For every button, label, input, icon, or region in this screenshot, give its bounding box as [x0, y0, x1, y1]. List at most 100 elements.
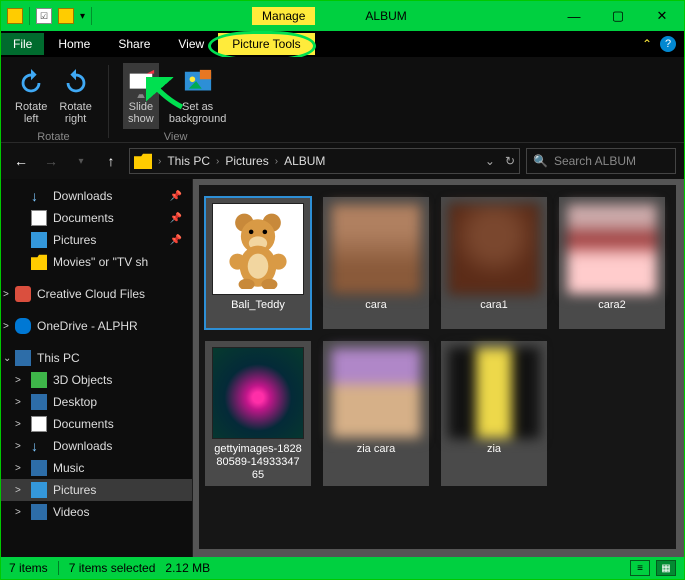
thumbnails-view-button[interactable]: ▦ — [656, 560, 676, 576]
contextual-tab-label: Manage — [252, 7, 315, 25]
set-background-button[interactable]: Set as background — [167, 63, 229, 129]
chevron-icon[interactable]: > — [15, 441, 21, 452]
pc-icon — [15, 350, 31, 366]
details-view-button[interactable]: ≡ — [630, 560, 650, 576]
chevron-icon[interactable]: > — [15, 397, 21, 408]
thumbnail-icon — [212, 347, 304, 439]
address-bar[interactable]: › This PC › Pictures › ALBUM ⌄ ↻ — [129, 148, 520, 174]
projector-icon — [125, 67, 157, 99]
thumbnail-icon — [212, 203, 304, 295]
qat-props-icon[interactable]: ☑ — [36, 8, 52, 24]
chevron-icon[interactable]: > — [15, 419, 21, 430]
file-item[interactable]: cara1 — [441, 197, 547, 329]
close-button[interactable]: ✕ — [640, 1, 684, 31]
tree-label: Videos — [53, 505, 89, 519]
tree-label: This PC — [37, 351, 80, 365]
thumbnail-icon — [566, 203, 658, 295]
chevron-icon[interactable]: ⌄ — [3, 353, 11, 364]
qat-newfolder-icon[interactable] — [58, 8, 74, 24]
tree-item-creative-cloud-files[interactable]: > Creative Cloud Files — [1, 283, 192, 305]
content-pane[interactable]: Bali_Teddy cara cara1 cara2 gettyimages-1828… — [193, 179, 684, 557]
tree-label: Downloads — [53, 439, 112, 453]
file-item[interactable]: cara2 — [559, 197, 665, 329]
tree-label: Pictures — [53, 233, 96, 247]
tab-share[interactable]: Share — [104, 33, 164, 55]
menu-bar: File Home Share View Picture Tools ⌃ ? — [1, 31, 684, 57]
file-item[interactable]: gettyimages-1828 80589-14933347 65 — [205, 341, 311, 486]
forward-button[interactable]: → — [39, 149, 63, 173]
tree-label: 3D Objects — [53, 373, 112, 387]
file-label: cara2 — [596, 299, 628, 325]
pic-icon — [31, 232, 47, 248]
chevron-icon[interactable]: > — [15, 375, 21, 386]
tree-item-3d-objects[interactable]: >3D Objects — [1, 369, 192, 391]
navigation-row: ← → ▾ ↑ › This PC › Pictures › ALBUM ⌄ ↻… — [1, 143, 684, 179]
slide-show-button[interactable]: Slide show — [123, 63, 159, 129]
maximize-button[interactable]: ▢ — [596, 1, 640, 31]
address-dropdown-icon[interactable]: ⌄ — [485, 154, 495, 168]
window-title: ALBUM — [365, 9, 406, 23]
chevron-icon[interactable]: > — [15, 485, 21, 496]
search-placeholder: Search ALBUM — [554, 154, 636, 168]
folder-small-icon[interactable] — [7, 8, 23, 24]
tree-item-pictures[interactable]: > Pictures — [1, 479, 192, 501]
tree-item-onedrive-alphr[interactable]: >OneDrive - ALPHR — [1, 315, 192, 337]
ribbon-group-rotate: Rotate — [37, 131, 69, 143]
rotate-left-button[interactable]: Rotate left — [13, 63, 49, 129]
chevron-icon[interactable]: > — [15, 463, 21, 474]
breadcrumb-segment[interactable]: Pictures — [221, 154, 272, 168]
tree-item-documents[interactable]: >Documents — [1, 413, 192, 435]
chevron-icon[interactable]: > — [15, 507, 21, 518]
doc-icon — [31, 210, 47, 226]
title-bar: ☑ ▾ Manage ALBUM — ▢ ✕ — [1, 1, 684, 31]
tree-label: Creative Cloud Files — [37, 287, 145, 301]
breadcrumb-segment[interactable]: This PC — [163, 154, 214, 168]
cloud-icon — [15, 318, 31, 334]
tree-item-music[interactable]: >Music — [1, 457, 192, 479]
help-icon[interactable]: ? — [660, 36, 676, 52]
file-label: cara — [363, 299, 388, 325]
tree-item-this-pc[interactable]: ⌄ This PC — [1, 347, 192, 369]
folder-icon — [31, 254, 47, 270]
file-item[interactable]: zia cara — [323, 341, 429, 486]
chevron-icon[interactable]: > — [3, 321, 9, 332]
file-menu[interactable]: File — [1, 33, 44, 55]
breadcrumb-segment[interactable]: ALBUM — [280, 154, 329, 168]
tree-label: Pictures — [53, 483, 96, 497]
rotate-right-button[interactable]: Rotate right — [57, 63, 93, 129]
tab-view[interactable]: View — [164, 33, 218, 55]
desk-icon — [31, 394, 47, 410]
tree-item-downloads[interactable]: > Downloads — [1, 435, 192, 457]
tree-item-pictures[interactable]: Pictures📌 — [1, 229, 192, 251]
pin-icon: 📌 — [170, 191, 186, 202]
thumbnail-icon — [330, 347, 422, 439]
tree-item-desktop[interactable]: >Desktop — [1, 391, 192, 413]
tree-label: Movies" or "TV sh — [53, 255, 148, 269]
tab-home[interactable]: Home — [44, 33, 104, 55]
file-label: cara1 — [478, 299, 510, 325]
tree-item-downloads[interactable]: Downloads📌 — [1, 185, 192, 207]
collapse-ribbon-icon[interactable]: ⌃ — [642, 37, 652, 51]
status-selected-size: 2.12 MB — [165, 561, 210, 575]
history-dropdown[interactable]: ▾ — [69, 149, 93, 173]
folder-icon — [134, 153, 152, 169]
search-input[interactable]: 🔍 Search ALBUM — [526, 148, 676, 174]
file-item[interactable]: Bali_Teddy — [205, 197, 311, 329]
navigation-pane[interactable]: Downloads📌Documents📌Pictures📌Movies" or … — [1, 179, 193, 557]
status-item-count: 7 items — [9, 561, 48, 575]
obj-icon — [31, 372, 47, 388]
tree-item-movies-or-tv-sh[interactable]: Movies" or "TV sh — [1, 251, 192, 273]
back-button[interactable]: ← — [9, 149, 33, 173]
refresh-icon[interactable]: ↻ — [505, 154, 515, 168]
tab-picture-tools[interactable]: Picture Tools — [218, 33, 314, 55]
file-item[interactable]: zia — [441, 341, 547, 486]
minimize-button[interactable]: — — [552, 1, 596, 31]
file-label: Bali_Teddy — [229, 299, 287, 325]
chevron-icon[interactable]: > — [3, 289, 9, 300]
status-selected-count: 7 items selected — [69, 561, 156, 575]
qat-dropdown-icon[interactable]: ▾ — [80, 11, 85, 22]
tree-item-videos[interactable]: > Videos — [1, 501, 192, 523]
file-item[interactable]: cara — [323, 197, 429, 329]
tree-item-documents[interactable]: Documents📌 — [1, 207, 192, 229]
up-button[interactable]: ↑ — [99, 149, 123, 173]
